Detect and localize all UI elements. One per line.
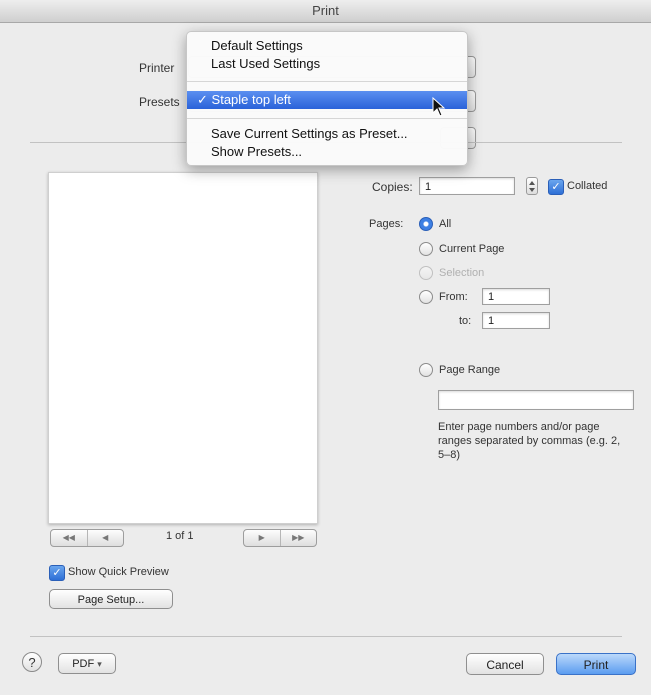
menu-item-label: Staple top left — [211, 92, 292, 107]
radio-page-range[interactable] — [419, 363, 433, 377]
help-icon[interactable]: ? — [22, 652, 42, 672]
page-indicator: 1 of 1 — [166, 530, 194, 542]
preview-back-controls[interactable]: ◀◀ ◀ — [50, 529, 124, 547]
copies-label: Copies: — [372, 180, 413, 194]
stepper-up-icon — [529, 181, 535, 185]
stepper-down-icon — [529, 188, 535, 192]
radio-selection — [419, 266, 433, 280]
radio-from-label: From: — [439, 291, 468, 303]
pages-label: Pages: — [369, 218, 404, 230]
show-quick-preview-checkbox[interactable]: ✓ — [49, 565, 65, 581]
pdf-label: PDF — [72, 658, 95, 670]
copies-field[interactable]: 1 — [419, 177, 515, 195]
page-setup-button[interactable]: Page Setup... — [49, 589, 173, 609]
presets-menu: Default Settings Last Used Settings ✓ St… — [186, 31, 468, 166]
page-range-hint: Enter page numbers and/or page ranges se… — [438, 421, 621, 461]
menu-separator — [187, 118, 467, 119]
pdf-menu-button[interactable]: PDF ▾ — [58, 653, 116, 674]
page-range-field[interactable] — [438, 390, 634, 410]
menu-item-staple-top-left[interactable]: ✓ Staple top left — [187, 91, 467, 109]
presets-label: Presets — [139, 95, 180, 109]
radio-page-range-label: Page Range — [439, 364, 501, 376]
window-title: Print — [0, 0, 651, 23]
collated-checkbox[interactable]: ✓ — [548, 179, 564, 195]
to-field[interactable]: 1 — [482, 312, 550, 329]
radio-all[interactable] — [419, 217, 433, 231]
printer-label: Printer — [139, 61, 175, 75]
preview-forward-controls[interactable]: ▶ ▶▶ — [243, 529, 317, 547]
checkmark-icon: ✓ — [197, 92, 208, 107]
show-quick-preview-label: Show Quick Preview — [68, 566, 169, 578]
first-page-icon[interactable]: ◀◀ — [51, 530, 87, 546]
mouse-pointer-icon — [432, 97, 446, 117]
page-preview — [48, 172, 318, 524]
copies-stepper[interactable] — [526, 177, 538, 195]
chevron-down-icon: ▾ — [97, 659, 102, 669]
last-page-icon[interactable]: ▶▶ — [279, 530, 317, 546]
radio-current-page-label: Current Page — [439, 243, 505, 255]
radio-from[interactable] — [419, 290, 433, 304]
menu-item-last-used-settings[interactable]: Last Used Settings — [187, 55, 467, 73]
collated-label: Collated — [567, 180, 608, 192]
to-label: to: — [459, 315, 472, 327]
footer-separator — [30, 636, 622, 637]
previous-page-icon[interactable]: ◀ — [86, 530, 124, 546]
next-page-icon[interactable]: ▶ — [244, 530, 280, 546]
print-button[interactable]: Print — [556, 653, 636, 675]
from-field[interactable]: 1 — [482, 288, 550, 305]
menu-item-save-current-settings[interactable]: Save Current Settings as Preset... — [187, 125, 467, 143]
radio-all-label: All — [439, 218, 452, 230]
menu-item-show-presets[interactable]: Show Presets... — [187, 143, 467, 161]
radio-current-page[interactable] — [419, 242, 433, 256]
cancel-button[interactable]: Cancel — [466, 653, 544, 675]
menu-item-default-settings[interactable]: Default Settings — [187, 37, 467, 55]
menu-separator — [187, 81, 467, 82]
radio-selection-label: Selection — [439, 267, 485, 279]
